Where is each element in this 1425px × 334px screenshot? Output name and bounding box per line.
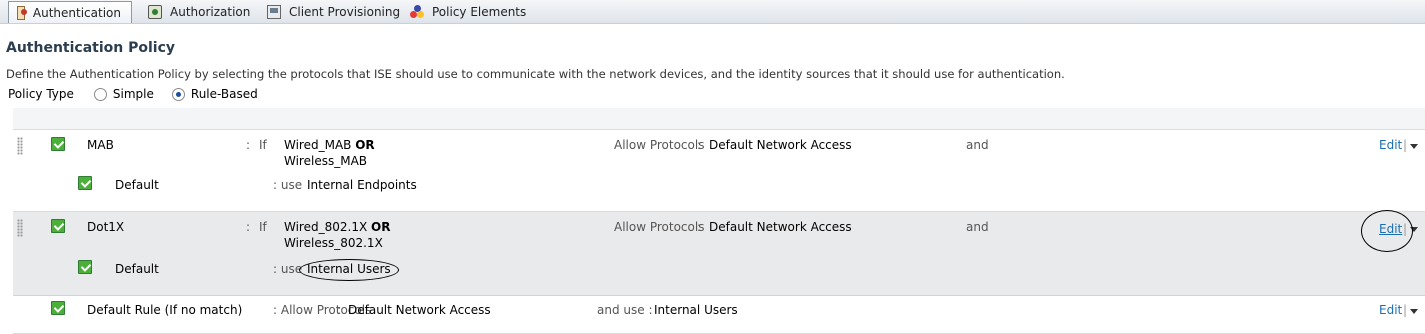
rule-based-radio[interactable] [171,87,185,101]
rule-based-radio-label: Rule-Based [190,87,258,101]
identity-source-value[interactable]: Internal Endpoints [307,178,417,192]
rule-name: Default Rule (If no match) [87,303,243,317]
tab-authentication-label: Authentication [32,5,121,20]
highlight-ellipse [299,259,399,281]
key-shield-icon [148,5,162,19]
edit-link[interactable]: Edit [1379,303,1402,317]
chevron-down-icon[interactable] [1410,144,1418,149]
or-operator: OR [371,220,391,234]
page-description: Define the Authentication Policy by sele… [6,67,1065,81]
and-use-label: and use : [597,303,653,317]
policy-type-selector: Policy Type Simple Rule-Based [8,87,258,101]
if-label: If [259,138,267,152]
and-label: and [966,220,989,234]
simple-radio-label: Simple [112,87,154,101]
condition-line-1[interactable]: Wired_802.1X OR [284,220,390,234]
shapes-icon [410,5,424,19]
rule-row-dot1x: Dot1X : If Wired_802.1X OR Wireless_802.… [13,210,1425,296]
default-enabled-checkbox[interactable] [78,176,92,190]
table-header-band [13,108,1425,130]
rule-name: MAB [87,138,114,152]
separator: | [1403,303,1408,317]
tab-policy-elements[interactable]: Policy Elements [410,1,526,23]
edit-link[interactable]: Edit [1379,138,1402,152]
user-badge-icon [17,5,27,20]
authentication-policy-table: MAB : If Wired_MAB OR Wireless_MAB Allow… [13,108,1425,334]
rule-name: Dot1X [87,220,125,234]
allowed-protocol-value[interactable]: Default Network Access [348,303,491,317]
condition-line-1[interactable]: Wired_MAB OR [284,138,375,152]
allow-protocols-colon: : [697,220,702,234]
tab-authorization[interactable]: Authorization [148,1,250,23]
simple-radio[interactable] [93,87,107,101]
condition-wired: Wired_MAB [284,138,352,152]
tab-policy-elements-label: Policy Elements [432,5,527,19]
tab-client-provisioning[interactable]: Client Provisioning [267,1,400,23]
or-operator: OR [355,138,375,152]
use-label: : use [273,178,303,192]
chevron-down-icon[interactable] [1410,309,1418,314]
rule-colon: : [246,138,251,152]
default-enabled-checkbox[interactable] [78,260,92,274]
tab-authentication[interactable]: Authentication [8,1,132,23]
condition-wired: Wired_802.1X [284,220,368,234]
rule-row-default: Default Rule (If no match) : Allow Proto… [13,296,1425,334]
allowed-protocol-value[interactable]: Default Network Access [709,138,852,152]
if-label: If [259,220,267,234]
page-title: Authentication Policy [6,40,176,56]
tab-client-provisioning-label: Client Provisioning [289,5,401,19]
separator: | [1403,138,1408,152]
rule-enabled-checkbox[interactable] [51,301,65,315]
rule-colon: : [246,220,251,234]
policy-type-label: Policy Type [8,87,74,101]
identity-source-value[interactable]: Internal Users [654,303,738,317]
allow-protocols-colon: : [337,303,342,317]
tab-authorization-label: Authorization [170,5,251,19]
rule-row-mab: MAB : If Wired_MAB OR Wireless_MAB Allow… [13,130,1425,212]
condition-wireless[interactable]: Wireless_802.1X [284,236,383,250]
policy-tab-bar: Authentication Authorization Client Prov… [0,0,1425,24]
drag-handle-icon[interactable] [17,137,23,155]
use-label: : use [273,262,303,276]
monitor-icon [267,5,281,19]
allow-protocols-colon: : [697,138,702,152]
default-rule-name: Default [115,178,159,192]
highlight-ellipse [1361,210,1413,252]
allow-protocols-label: Allow Protocols [614,220,705,234]
rule-enabled-checkbox[interactable] [51,219,65,233]
drag-handle-icon[interactable] [17,219,23,237]
default-rule-name: Default [115,262,159,276]
and-label: and [966,138,989,152]
allow-protocols-label: Allow Protocols [614,138,705,152]
condition-wireless[interactable]: Wireless_MAB [284,154,367,168]
allowed-protocol-value[interactable]: Default Network Access [709,220,852,234]
rule-enabled-checkbox[interactable] [51,137,65,151]
